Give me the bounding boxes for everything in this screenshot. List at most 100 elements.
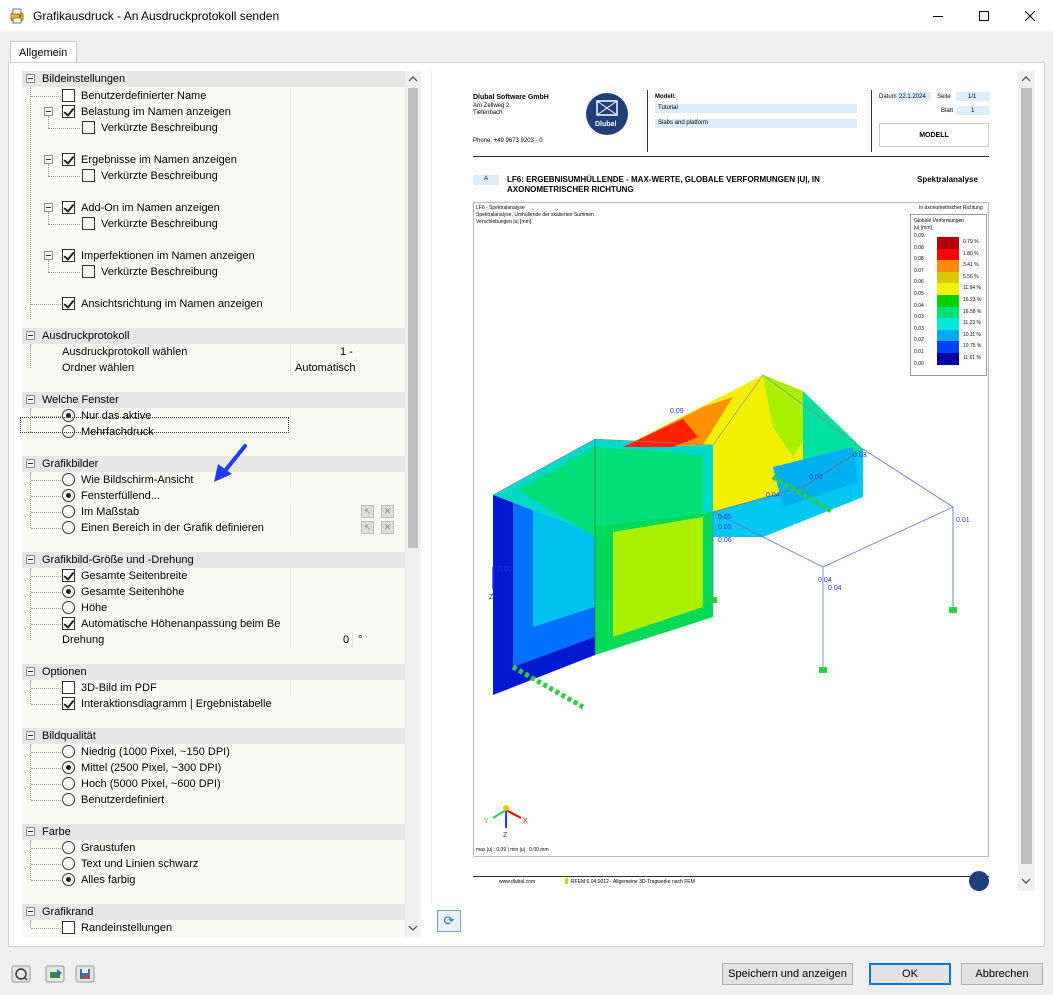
- collapse-icon[interactable]: [26, 827, 35, 836]
- refresh-button[interactable]: ⟳: [437, 910, 461, 932]
- checkbox[interactable]: [62, 569, 75, 582]
- radio[interactable]: [62, 473, 75, 486]
- collapse-icon[interactable]: [26, 555, 35, 564]
- checkbox[interactable]: [82, 169, 95, 182]
- checkbox[interactable]: [62, 89, 75, 102]
- checkbox[interactable]: [82, 265, 95, 278]
- radio-bereich-definieren[interactable]: Einen Bereich in der Grafik definieren ↖…: [22, 520, 405, 536]
- option-addon-im-namen[interactable]: Add-On im Namen anzeigen: [22, 200, 405, 216]
- field-drehung[interactable]: Drehung 0 °: [22, 632, 405, 648]
- collapse-icon[interactable]: [26, 331, 35, 340]
- option-ergebnisse-im-namen[interactable]: Ergebnisse im Namen anzeigen: [22, 152, 405, 168]
- scrollbar-thumb[interactable]: [1021, 88, 1032, 864]
- collapse-icon[interactable]: [44, 155, 53, 164]
- category-grafikrand[interactable]: Grafikrand: [22, 904, 405, 920]
- collapse-icon[interactable]: [26, 459, 35, 468]
- category-optionen[interactable]: Optionen: [22, 664, 405, 680]
- checkbox[interactable]: [62, 201, 75, 214]
- pick-icon[interactable]: ↖: [361, 521, 374, 534]
- chevron-down-icon[interactable]: [1021, 877, 1031, 885]
- field-ordner-waehlen[interactable]: Ordner wählen Automatisch: [22, 360, 405, 376]
- option-verkuerzte-beschreibung-4[interactable]: Verkürzte Beschreibung: [22, 260, 405, 280]
- radio[interactable]: [62, 841, 75, 854]
- category-farbe[interactable]: Farbe: [22, 824, 405, 840]
- checkbox[interactable]: [82, 121, 95, 134]
- checkbox[interactable]: [62, 297, 75, 310]
- category-groesse-drehung[interactable]: Grafikbild-Größe und -Drehung: [22, 552, 405, 568]
- checkbox[interactable]: [62, 249, 75, 262]
- radio-niedrig[interactable]: Niedrig (1000 Pixel, ~150 DPI): [22, 744, 405, 760]
- chevron-up-icon[interactable]: [1021, 75, 1031, 83]
- collapse-icon[interactable]: [44, 203, 53, 212]
- close-button[interactable]: [1007, 0, 1053, 31]
- radio[interactable]: [62, 793, 75, 806]
- chevron-down-icon[interactable]: [408, 924, 418, 932]
- collapse-icon[interactable]: [26, 667, 35, 676]
- help-button[interactable]: [10, 964, 32, 984]
- radio-hoch[interactable]: Hoch (5000 Pixel, ~600 DPI): [22, 776, 405, 792]
- radio-hoehe[interactable]: Höhe: [22, 600, 405, 616]
- radio[interactable]: [62, 521, 75, 534]
- option-benutzerdefinierter-name[interactable]: Benutzerdefinierter Name: [22, 88, 405, 104]
- option-ansichtsrichtung-im-namen[interactable]: Ansichtsrichtung im Namen anzeigen: [22, 296, 405, 312]
- copy-button[interactable]: [44, 964, 66, 984]
- radio[interactable]: [62, 777, 75, 790]
- tree-scrollbar[interactable]: [405, 71, 421, 937]
- save-and-show-button[interactable]: Speichern und anzeigen: [722, 963, 853, 985]
- checkbox[interactable]: [62, 153, 75, 166]
- option-interaktionsdiagramm[interactable]: Interaktionsdiagramm | Ergebnistabelle: [22, 696, 405, 712]
- delete-icon[interactable]: ✕: [381, 505, 394, 518]
- radio[interactable]: [62, 585, 75, 598]
- radio-gesamte-seitenhoehe[interactable]: Gesamte Seitenhöhe: [22, 584, 405, 600]
- cancel-button[interactable]: Abbrechen: [961, 963, 1043, 985]
- radio-alles-farbig[interactable]: Alles farbig: [22, 872, 405, 888]
- option-verkuerzte-beschreibung-2[interactable]: Verkürzte Beschreibung: [22, 164, 405, 184]
- radio[interactable]: [62, 857, 75, 870]
- collapse-icon[interactable]: [26, 395, 35, 404]
- option-belastung-im-namen[interactable]: Belastung im Namen anzeigen: [22, 104, 405, 120]
- radio[interactable]: [62, 761, 75, 774]
- radio[interactable]: [62, 873, 75, 886]
- radio-im-massstab[interactable]: Im Maßstab ↖ ✕: [22, 504, 405, 520]
- radio-benutzerdefiniert[interactable]: Benutzerdefiniert: [22, 792, 405, 808]
- option-verkuerzte-beschreibung-3[interactable]: Verkürzte Beschreibung: [22, 212, 405, 232]
- ok-button[interactable]: OK: [869, 963, 951, 985]
- option-verkuerzte-beschreibung-1[interactable]: Verkürzte Beschreibung: [22, 116, 405, 136]
- option-automatische-hoehenanpassung[interactable]: Automatische Höhenanpassung beim Be: [22, 616, 405, 632]
- collapse-icon[interactable]: [26, 907, 35, 916]
- option-3d-bild-pdf[interactable]: 3D-Bild im PDF: [22, 680, 405, 696]
- category-bildeinstellungen[interactable]: Bildeinstellungen: [22, 71, 405, 87]
- collapse-icon[interactable]: [44, 251, 53, 260]
- option-randeinstellungen[interactable]: Randeinstellungen: [22, 920, 405, 936]
- category-welche-fenster[interactable]: Welche Fenster: [22, 392, 405, 408]
- checkbox[interactable]: [62, 697, 75, 710]
- minimize-button[interactable]: [915, 0, 961, 31]
- save-settings-button[interactable]: [74, 964, 96, 984]
- option-imperfektionen-im-namen[interactable]: Imperfektionen im Namen anzeigen: [22, 248, 405, 264]
- radio-fensterfuellend[interactable]: Fensterfüllend...: [22, 488, 405, 504]
- field-ausdruckprotokoll-waehlen[interactable]: Ausdruckprotokoll wählen 1 -: [22, 344, 405, 360]
- pick-icon[interactable]: ↖: [361, 505, 374, 518]
- radio[interactable]: [62, 489, 75, 502]
- radio-mittel[interactable]: Mittel (2500 Pixel, ~300 DPI): [22, 760, 405, 776]
- category-bildqualitaet[interactable]: Bildqualität: [22, 728, 405, 744]
- radio[interactable]: [62, 505, 75, 518]
- tab-allgemein[interactable]: Allgemein: [10, 41, 77, 64]
- checkbox[interactable]: [62, 105, 75, 118]
- checkbox[interactable]: [62, 617, 75, 630]
- scrollbar-thumb[interactable]: [408, 88, 418, 548]
- radio[interactable]: [62, 745, 75, 758]
- option-gesamte-seitenbreite[interactable]: Gesamte Seitenbreite: [22, 568, 405, 584]
- preview-scrollbar[interactable]: [1018, 71, 1035, 891]
- radio-text-linien-schwarz[interactable]: Text und Linien schwarz: [22, 856, 405, 872]
- collapse-icon[interactable]: [26, 74, 35, 83]
- delete-icon[interactable]: ✕: [381, 521, 394, 534]
- chevron-up-icon[interactable]: [408, 75, 418, 83]
- category-ausdruckprotokoll[interactable]: Ausdruckprotokoll: [22, 328, 405, 344]
- radio-graustufen[interactable]: Graustufen: [22, 840, 405, 856]
- collapse-icon[interactable]: [26, 731, 35, 740]
- checkbox[interactable]: [62, 921, 75, 934]
- collapse-icon[interactable]: [44, 107, 53, 116]
- checkbox[interactable]: [62, 681, 75, 694]
- maximize-button[interactable]: [961, 0, 1007, 31]
